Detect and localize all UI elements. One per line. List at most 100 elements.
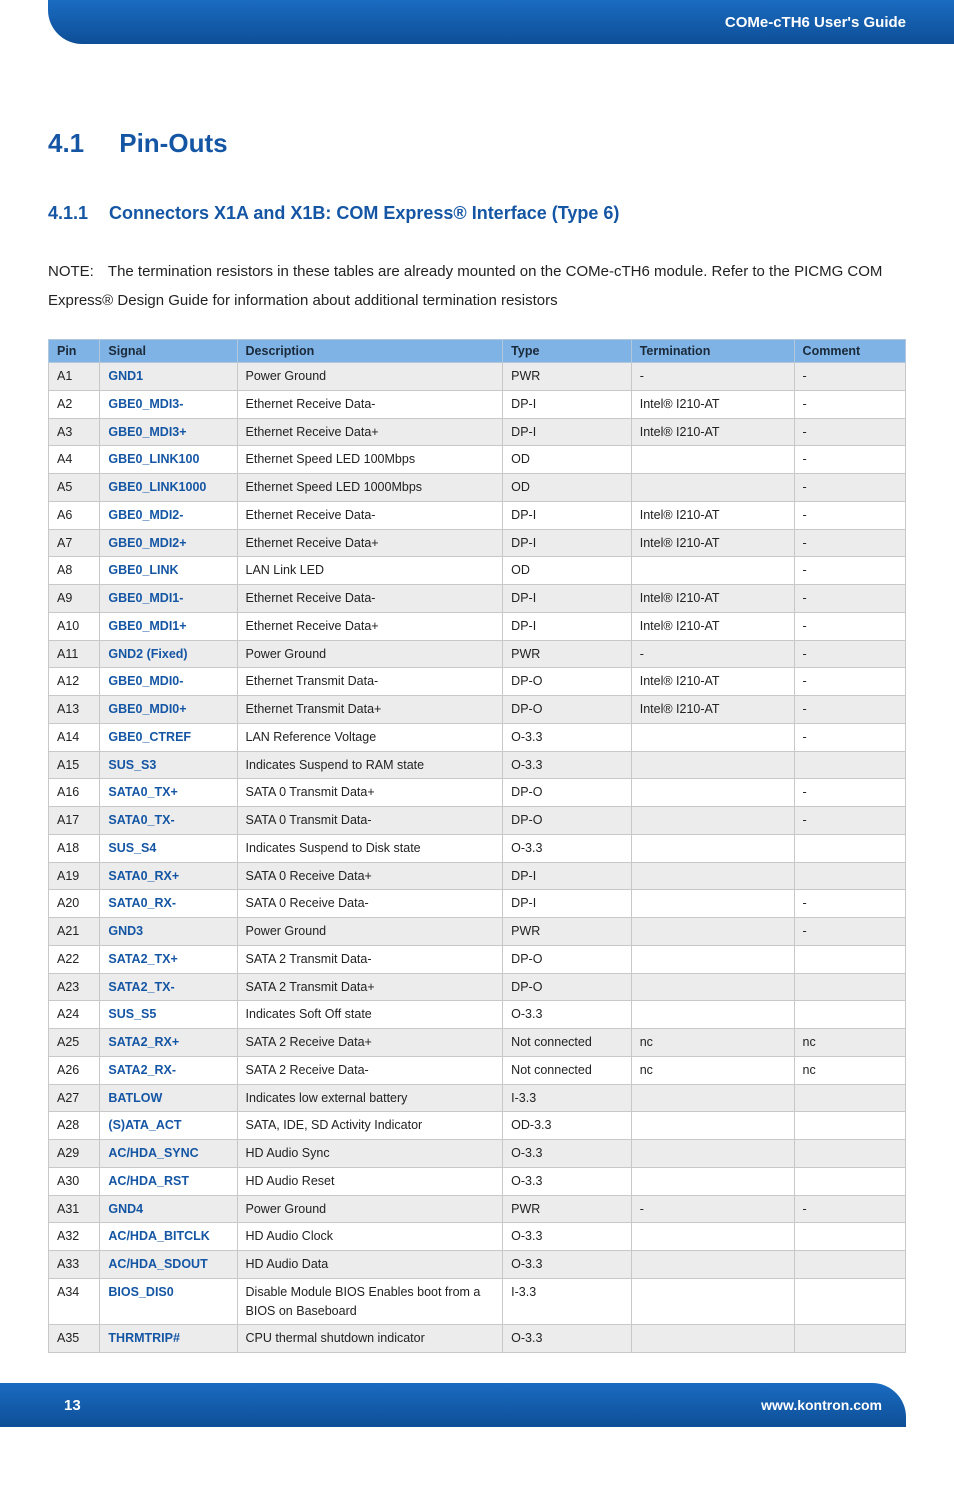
td-termination bbox=[631, 973, 794, 1001]
td-pin: A6 bbox=[49, 501, 100, 529]
td-signal: GBE0_MDI3+ bbox=[100, 418, 237, 446]
table-row: A7GBE0_MDI2+Ethernet Receive Data+DP-IIn… bbox=[49, 529, 906, 557]
table-row: A30AC/HDA_RSTHD Audio ResetO-3.3 bbox=[49, 1167, 906, 1195]
th-comment: Comment bbox=[794, 340, 905, 363]
td-comment bbox=[794, 1223, 905, 1251]
td-pin: A9 bbox=[49, 585, 100, 613]
td-description: SATA 2 Transmit Data- bbox=[237, 945, 503, 973]
table-row: A14GBE0_CTREFLAN Reference VoltageO-3.3- bbox=[49, 723, 906, 751]
td-description: SATA 2 Transmit Data+ bbox=[237, 973, 503, 1001]
td-pin: A33 bbox=[49, 1251, 100, 1279]
td-description: Ethernet Receive Data+ bbox=[237, 418, 503, 446]
td-type: OD bbox=[503, 557, 632, 585]
td-pin: A11 bbox=[49, 640, 100, 668]
pin-table: Pin Signal Description Type Termination … bbox=[48, 339, 906, 1353]
td-termination bbox=[631, 945, 794, 973]
td-type: DP-O bbox=[503, 945, 632, 973]
td-pin: A22 bbox=[49, 945, 100, 973]
table-row: A4GBE0_LINK100Ethernet Speed LED 100Mbps… bbox=[49, 446, 906, 474]
table-row: A2GBE0_MDI3-Ethernet Receive Data-DP-IIn… bbox=[49, 390, 906, 418]
td-type: O-3.3 bbox=[503, 1223, 632, 1251]
td-signal: GBE0_CTREF bbox=[100, 723, 237, 751]
table-row: A18SUS_S4Indicates Suspend to Disk state… bbox=[49, 834, 906, 862]
td-type: OD bbox=[503, 446, 632, 474]
td-description: SATA, IDE, SD Activity Indicator bbox=[237, 1112, 503, 1140]
table-row: A31GND4Power GroundPWR-- bbox=[49, 1195, 906, 1223]
td-signal: BIOS_DIS0 bbox=[100, 1278, 237, 1325]
td-type: OD bbox=[503, 474, 632, 502]
section-number: 4.1 bbox=[48, 128, 112, 159]
td-signal: AC/HDA_SYNC bbox=[100, 1140, 237, 1168]
td-description: Ethernet Receive Data- bbox=[237, 501, 503, 529]
td-type: PWR bbox=[503, 363, 632, 391]
td-pin: A20 bbox=[49, 890, 100, 918]
td-type: OD-3.3 bbox=[503, 1112, 632, 1140]
td-signal: GBE0_MDI0+ bbox=[100, 696, 237, 724]
td-termination bbox=[631, 1001, 794, 1029]
table-row: A21GND3Power GroundPWR- bbox=[49, 918, 906, 946]
td-termination: nc bbox=[631, 1056, 794, 1084]
td-type: DP-I bbox=[503, 390, 632, 418]
td-description: SATA 0 Receive Data- bbox=[237, 890, 503, 918]
td-pin: A5 bbox=[49, 474, 100, 502]
header-bar: COMe-cTH6 User's Guide bbox=[48, 0, 954, 44]
th-type: Type bbox=[503, 340, 632, 363]
td-signal: GND2 (Fixed) bbox=[100, 640, 237, 668]
td-termination: - bbox=[631, 1195, 794, 1223]
table-row: A19SATA0_RX+SATA 0 Receive Data+DP-I bbox=[49, 862, 906, 890]
td-pin: A12 bbox=[49, 668, 100, 696]
table-row: A6GBE0_MDI2-Ethernet Receive Data-DP-IIn… bbox=[49, 501, 906, 529]
td-type: DP-I bbox=[503, 585, 632, 613]
td-description: HD Audio Sync bbox=[237, 1140, 503, 1168]
td-description: Ethernet Transmit Data- bbox=[237, 668, 503, 696]
td-description: LAN Link LED bbox=[237, 557, 503, 585]
td-type: DP-O bbox=[503, 973, 632, 1001]
td-signal: SATA2_RX+ bbox=[100, 1029, 237, 1057]
td-pin: A8 bbox=[49, 557, 100, 585]
td-comment bbox=[794, 834, 905, 862]
td-type: DP-I bbox=[503, 418, 632, 446]
td-pin: A19 bbox=[49, 862, 100, 890]
td-pin: A26 bbox=[49, 1056, 100, 1084]
td-type: O-3.3 bbox=[503, 1140, 632, 1168]
subsection-heading: 4.1.1 Connectors X1A and X1B: COM Expres… bbox=[48, 203, 906, 224]
td-type: DP-I bbox=[503, 862, 632, 890]
td-termination bbox=[631, 723, 794, 751]
table-header-row: Pin Signal Description Type Termination … bbox=[49, 340, 906, 363]
td-signal: SATA2_TX+ bbox=[100, 945, 237, 973]
td-description: Ethernet Receive Data- bbox=[237, 390, 503, 418]
td-description: Power Ground bbox=[237, 918, 503, 946]
td-termination: Intel® I210-AT bbox=[631, 418, 794, 446]
td-type: Not connected bbox=[503, 1056, 632, 1084]
td-termination bbox=[631, 1140, 794, 1168]
td-description: Power Ground bbox=[237, 1195, 503, 1223]
td-type: DP-O bbox=[503, 696, 632, 724]
td-signal: SUS_S5 bbox=[100, 1001, 237, 1029]
td-pin: A17 bbox=[49, 807, 100, 835]
td-description: Ethernet Speed LED 100Mbps bbox=[237, 446, 503, 474]
td-signal: SATA0_TX+ bbox=[100, 779, 237, 807]
td-pin: A29 bbox=[49, 1140, 100, 1168]
table-row: A12GBE0_MDI0-Ethernet Transmit Data-DP-O… bbox=[49, 668, 906, 696]
note-label: NOTE: bbox=[48, 258, 104, 287]
td-type: DP-O bbox=[503, 779, 632, 807]
td-description: HD Audio Data bbox=[237, 1251, 503, 1279]
td-signal: SATA0_RX- bbox=[100, 890, 237, 918]
td-termination bbox=[631, 474, 794, 502]
td-comment bbox=[794, 1278, 905, 1325]
td-signal: GND3 bbox=[100, 918, 237, 946]
td-termination bbox=[631, 1084, 794, 1112]
td-comment: - bbox=[794, 612, 905, 640]
footer-bar: 13 www.kontron.com bbox=[0, 1383, 906, 1427]
td-termination: nc bbox=[631, 1029, 794, 1057]
td-termination bbox=[631, 1223, 794, 1251]
td-pin: A30 bbox=[49, 1167, 100, 1195]
td-comment bbox=[794, 1084, 905, 1112]
td-type: O-3.3 bbox=[503, 1001, 632, 1029]
td-comment bbox=[794, 1001, 905, 1029]
td-pin: A18 bbox=[49, 834, 100, 862]
td-description: CPU thermal shutdown indicator bbox=[237, 1325, 503, 1353]
td-termination bbox=[631, 751, 794, 779]
td-comment: - bbox=[794, 890, 905, 918]
td-signal: GBE0_MDI0- bbox=[100, 668, 237, 696]
